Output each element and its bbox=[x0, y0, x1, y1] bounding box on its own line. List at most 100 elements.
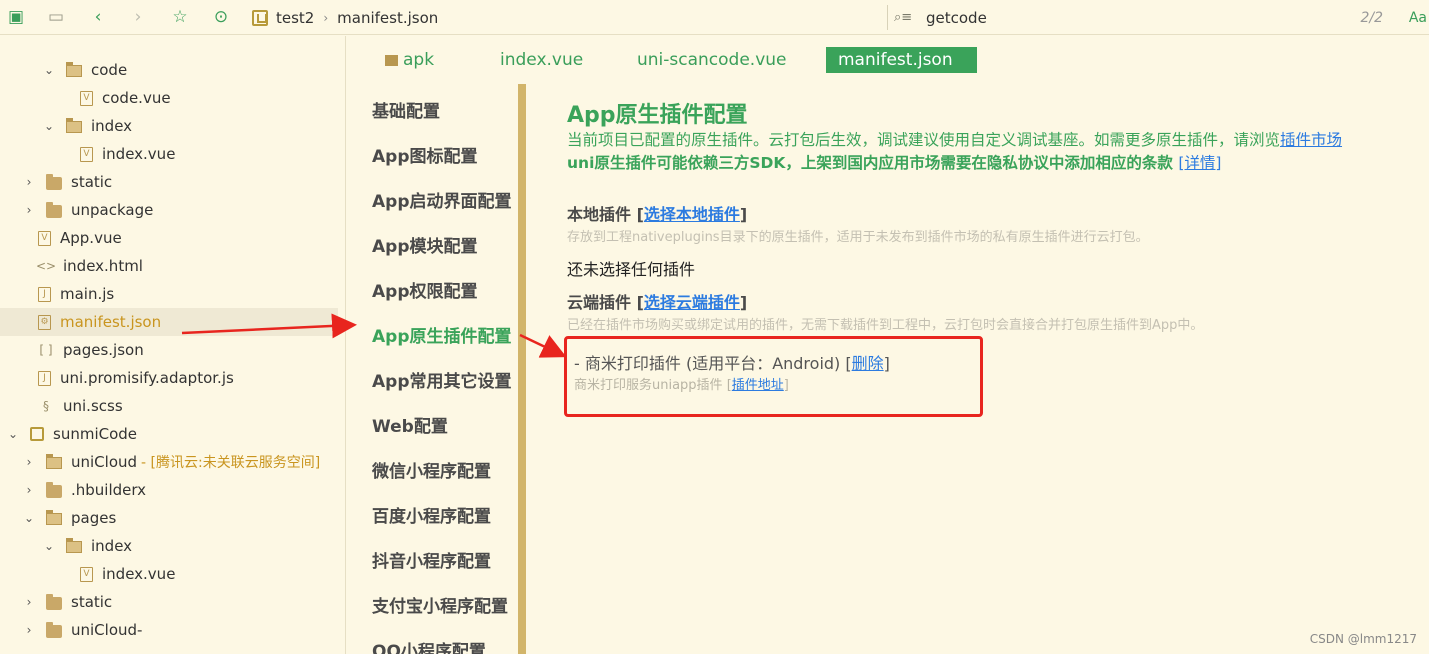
chevron-down-icon[interactable]: ⌄ bbox=[6, 427, 20, 441]
menu-item[interactable]: App权限配置 bbox=[372, 277, 478, 302]
tree-item[interactable]: ⚙ manifest.json bbox=[0, 308, 338, 336]
html-file-icon: <> bbox=[35, 259, 57, 273]
tree-item-label: index.vue bbox=[102, 565, 176, 583]
manifest-settings-menu: 基础配置 App图标配置 App启动界面配置 App模块配置 App权限配置 App原生插… bbox=[347, 84, 526, 654]
save-all-icon[interactable]: ▣ bbox=[6, 7, 26, 27]
run-icon[interactable]: ⊙ bbox=[211, 7, 231, 27]
menu-item[interactable]: App模块配置 bbox=[372, 232, 478, 257]
chevron-down-icon[interactable]: ⌄ bbox=[42, 63, 56, 77]
chevron-down-icon[interactable]: ⌄ bbox=[42, 119, 56, 133]
back-icon[interactable]: ‹ bbox=[88, 7, 108, 27]
tab-index-vue[interactable]: index.vue bbox=[500, 47, 583, 73]
folder-open-icon bbox=[46, 510, 62, 525]
chevron-right-icon[interactable]: › bbox=[22, 595, 36, 609]
tree-item[interactable]: Vindex.vue bbox=[0, 140, 346, 168]
tree-item-label: manifest.json bbox=[60, 313, 162, 331]
local-plugins-heading: 本地插件 [选择本地插件] bbox=[567, 201, 747, 225]
tree-item-label: index.html bbox=[63, 257, 143, 275]
tree-item-label: uni.promisify.adaptor.js bbox=[60, 369, 234, 387]
plugin-market-link[interactable]: 插件市场 bbox=[1280, 131, 1342, 149]
tree-item-label: main.js bbox=[60, 285, 115, 303]
tree-item[interactable]: › .hbuilderx bbox=[0, 476, 346, 504]
plugin-item: - 商米打印插件 (适用平台：Android) [删除] bbox=[574, 350, 890, 374]
description-text: 当前项目已配置的原生插件。云打包后生效，调试建议使用自定义调试基座。如需更多原生… bbox=[567, 131, 1281, 149]
tree-item[interactable]: Juni.promisify.adaptor.js bbox=[0, 364, 346, 392]
tree-item-label: pages.json bbox=[63, 341, 144, 359]
menu-item[interactable]: App图标配置 bbox=[372, 142, 478, 167]
match-case-toggle[interactable]: Aa bbox=[1409, 10, 1427, 26]
tree-item[interactable]: V App.vue bbox=[0, 224, 346, 252]
details-link[interactable]: [详情] bbox=[1178, 154, 1221, 172]
tree-item[interactable]: ⌄ index bbox=[0, 112, 346, 140]
search-bar: ⌕≡ getcode 2/2 Aa bbox=[887, 5, 1427, 30]
tab-label: manifest.json bbox=[838, 50, 953, 70]
forward-icon[interactable]: › bbox=[128, 7, 148, 27]
menu-item[interactable]: App启动界面配置 bbox=[372, 187, 512, 212]
plugin-description: 商米打印服务uniapp插件 [插件地址] bbox=[574, 374, 789, 393]
chevron-down-icon[interactable]: ⌄ bbox=[42, 539, 56, 553]
plugin-name: - 商米打印插件 (适用平台：Android) [ bbox=[574, 354, 852, 373]
chevron-right-icon[interactable]: › bbox=[22, 623, 36, 637]
tree-item-label: index bbox=[91, 537, 133, 555]
delete-plugin-link[interactable]: 删除 bbox=[852, 354, 884, 373]
project-icon bbox=[30, 427, 44, 441]
menu-item[interactable]: QQ小程序配置 bbox=[372, 637, 486, 654]
menu-item[interactable]: 百度小程序配置 bbox=[372, 502, 491, 527]
cloud-plugins-label: 云端插件 [ bbox=[567, 293, 644, 312]
select-local-plugin-link[interactable]: 选择本地插件 bbox=[644, 205, 740, 224]
tree-item[interactable]: › static bbox=[0, 168, 346, 196]
chevron-right-icon[interactable]: › bbox=[22, 175, 36, 189]
bracket-close: ] bbox=[739, 205, 748, 224]
tab-apk[interactable]: apk bbox=[385, 47, 434, 73]
page-description: 当前项目已配置的原生插件。云打包后生效，调试建议使用自定义调试基座。如需更多原生… bbox=[567, 128, 1342, 150]
tree-item[interactable]: ⌄ sunmiCode bbox=[0, 420, 346, 448]
tree-item[interactable]: [ ] pages.json bbox=[0, 336, 346, 364]
vue-file-icon: V bbox=[80, 146, 93, 162]
tab-manifest-json[interactable]: manifest.json bbox=[826, 47, 977, 73]
select-cloud-plugin-link[interactable]: 选择云端插件 bbox=[644, 293, 740, 312]
tree-item[interactable]: Vindex.vue bbox=[0, 560, 346, 588]
menu-item[interactable]: 基础配置 bbox=[372, 97, 440, 122]
tree-item[interactable]: ⌄ pages bbox=[0, 504, 346, 532]
tree-item[interactable]: › unpackage bbox=[0, 196, 346, 224]
tree-item-label: sunmiCode bbox=[53, 425, 138, 443]
page-title: App原生插件配置 bbox=[567, 103, 748, 128]
folder-icon bbox=[46, 593, 62, 610]
tree-item[interactable]: § uni.scss bbox=[0, 392, 346, 420]
star-icon[interactable]: ☆ bbox=[170, 7, 190, 27]
chevron-right-icon[interactable]: › bbox=[22, 455, 36, 469]
save-icon[interactable]: ▭ bbox=[46, 7, 66, 27]
tree-item[interactable]: ⌄ index bbox=[0, 532, 346, 560]
tab-uni-scancode-vue[interactable]: uni-scancode.vue bbox=[637, 47, 787, 73]
chevron-right-icon[interactable]: › bbox=[22, 483, 36, 497]
tree-item[interactable]: › static bbox=[0, 588, 346, 616]
tree-item[interactable]: Jmain.js bbox=[0, 280, 346, 308]
chevron-right-icon[interactable]: › bbox=[22, 203, 36, 217]
chevron-down-icon[interactable]: ⌄ bbox=[22, 511, 36, 525]
local-plugins-label: 本地插件 [ bbox=[567, 205, 644, 224]
tree-item[interactable]: <> index.html bbox=[0, 252, 346, 280]
tree-item[interactable]: › uniCloud - [腾讯云:未关联云服务空间] bbox=[0, 448, 346, 476]
tree-item[interactable]: Vcode.vue bbox=[0, 84, 346, 112]
vue-file-icon: V bbox=[80, 90, 93, 106]
tree-item[interactable]: › uniCloud- bbox=[0, 616, 346, 644]
tree-item-label: uni.scss bbox=[63, 397, 123, 415]
menu-item[interactable]: Web配置 bbox=[372, 412, 448, 437]
menu-item[interactable]: 支付宝小程序配置 bbox=[372, 592, 508, 617]
menu-item[interactable]: 抖音小程序配置 bbox=[372, 547, 491, 572]
tree-item[interactable]: ⌄ code bbox=[0, 56, 346, 84]
cloud-plugins-hint: 已经在插件市场购买或绑定试用的插件，无需下载插件到工程中，云打包时会直接合并打包… bbox=[567, 318, 1204, 333]
editor-tabs: apk index.vue uni-scancode.vue manifest.… bbox=[347, 36, 1429, 84]
folder-icon bbox=[46, 201, 62, 218]
search-input[interactable]: getcode bbox=[926, 9, 987, 27]
tree-item-label: uniCloud bbox=[71, 453, 138, 471]
folder-icon bbox=[46, 621, 62, 638]
menu-item[interactable]: 微信小程序配置 bbox=[372, 457, 491, 482]
menu-item[interactable]: App原生插件配置 bbox=[372, 322, 512, 347]
plugin-url-link[interactable]: 插件地址 bbox=[732, 378, 784, 393]
plugin-description-text: 商米打印服务uniapp插件 [ bbox=[574, 378, 732, 393]
breadcrumb-project[interactable]: test2 bbox=[276, 9, 314, 27]
folder-open-icon bbox=[66, 538, 82, 553]
menu-item[interactable]: App常用其它设置 bbox=[372, 367, 512, 392]
breadcrumb-file[interactable]: manifest.json bbox=[337, 9, 438, 27]
